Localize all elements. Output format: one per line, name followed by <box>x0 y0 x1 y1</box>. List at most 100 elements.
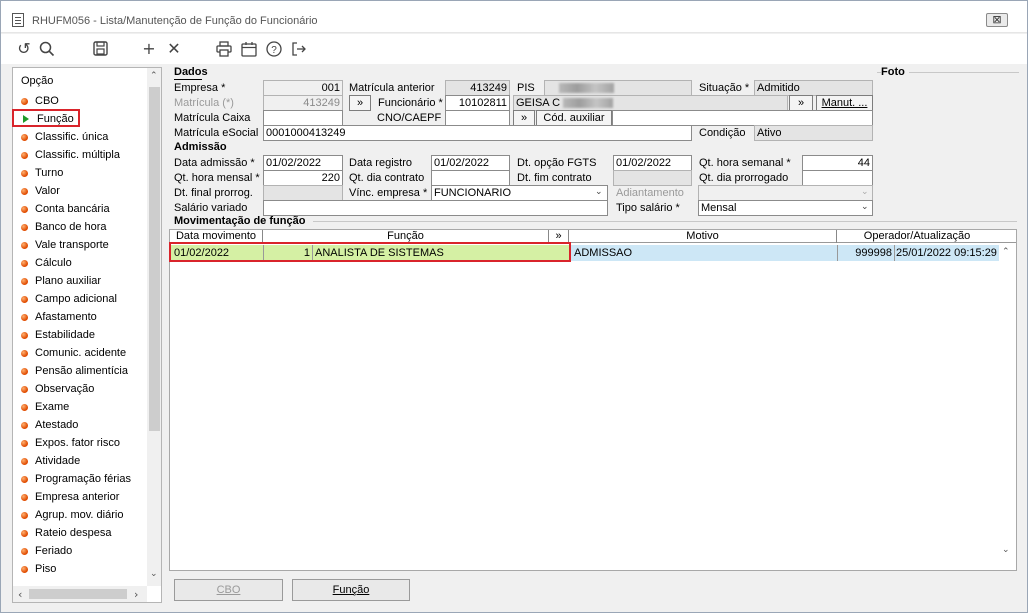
sidebar-item[interactable]: Exame <box>21 398 69 416</box>
scroll-left-icon[interactable]: ‹ <box>18 588 22 601</box>
application-window: RHUFM056 - Lista/Manutenção de Função do… <box>0 0 1028 613</box>
sidebar-item[interactable]: Atividade <box>21 452 80 470</box>
chevron-down-icon[interactable]: ⌄ <box>861 202 869 212</box>
grid-scroll-down-icon[interactable]: ⌄ <box>1002 545 1010 555</box>
matricula-field[interactable]: 413249 <box>263 95 343 111</box>
grid-scroll-up-icon[interactable]: ⌃ <box>1002 247 1010 257</box>
sidebar-item[interactable]: Plano auxiliar <box>21 272 101 290</box>
sidebar-item[interactable]: Afastamento <box>21 308 97 326</box>
cno-caepf-field[interactable] <box>445 110 510 126</box>
sidebar-item[interactable]: Banco de hora <box>21 218 107 236</box>
sidebar-item[interactable]: Programação férias <box>21 470 131 488</box>
funcao-button[interactable]: Função <box>292 579 410 601</box>
dt-opcao-fgts-field[interactable]: 01/02/2022 <box>613 155 692 171</box>
funcionario-field[interactable]: 10102811 <box>445 95 510 111</box>
matricula-anterior-field[interactable]: 413249 <box>445 80 510 96</box>
bullet-icon <box>21 457 28 465</box>
sidebar-item[interactable]: Empresa anterior <box>21 488 119 506</box>
scroll-down-icon[interactable]: ⌄ <box>150 569 158 579</box>
cod-auxiliar-field[interactable] <box>612 110 873 126</box>
help-icon[interactable]: ? <box>264 39 284 59</box>
cno-nav-button[interactable]: » <box>513 110 535 126</box>
tipo-salario-select[interactable]: Mensal <box>698 200 873 216</box>
cell-divider <box>837 245 838 261</box>
sidebar-item[interactable]: Pensão alimentícia <box>21 362 128 380</box>
data-admissao-field[interactable]: 01/02/2022 <box>263 155 343 171</box>
qt-dia-contrato-field[interactable] <box>431 170 510 186</box>
svg-text:?: ? <box>271 45 277 56</box>
search-icon[interactable] <box>37 39 57 59</box>
options-scroll-thumb[interactable] <box>149 87 160 431</box>
scroll-right-icon[interactable]: › <box>134 588 138 601</box>
sidebar-item[interactable]: Cálculo <box>21 254 72 272</box>
options-hscroll-thumb[interactable] <box>29 589 127 599</box>
sidebar-item[interactable]: Feriado <box>21 542 72 560</box>
matricula-caixa-label: Matrícula Caixa <box>174 112 251 124</box>
salario-variado-field[interactable] <box>263 200 608 216</box>
vinc-empresa-select[interactable]: FUNCIONARIO <box>431 185 608 201</box>
chevron-down-icon[interactable]: ⌄ <box>595 187 603 197</box>
sidebar-item[interactable]: Piso <box>21 560 56 578</box>
data-registro-label: Data registro <box>349 157 412 169</box>
qt-dia-contrato-label: Qt. dia contrato <box>349 172 425 184</box>
matricula-nav-button[interactable]: » <box>349 95 371 111</box>
sidebar-item[interactable]: Observação <box>21 380 94 398</box>
cod-auxiliar-button[interactable]: Cód. auxiliar <box>536 110 612 126</box>
adiantamento-select[interactable] <box>698 185 873 201</box>
dt-fim-contrato-field[interactable] <box>613 170 692 186</box>
movimentacao-grid[interactable] <box>169 229 1017 571</box>
sidebar-item[interactable]: Estabilidade <box>21 326 95 344</box>
bullet-icon <box>21 349 28 357</box>
sidebar-item[interactable]: Classific. múltipla <box>21 146 120 164</box>
matricula-caixa-field[interactable] <box>263 110 343 126</box>
data-registro-field[interactable]: 01/02/2022 <box>431 155 510 171</box>
sidebar-item-label: Atestado <box>35 419 79 431</box>
cbo-button[interactable]: CBO <box>174 579 283 601</box>
sidebar-item[interactable]: Atestado <box>21 416 78 434</box>
sidebar-item[interactable]: Agrup. mov. diário <box>21 506 123 524</box>
movimentacao-section-title: Movimentação de função <box>174 215 306 227</box>
sidebar-item[interactable]: Valor <box>21 182 60 200</box>
sidebar-item[interactable]: Comunic. acidente <box>21 344 126 362</box>
col-header-motivo[interactable]: Motivo <box>569 230 837 243</box>
qt-dia-prorrogado-field[interactable] <box>802 170 873 186</box>
cell-motivo: ADMISSAO <box>574 247 633 259</box>
matricula-esocial-field[interactable]: 0001000413249 <box>263 125 692 141</box>
exit-icon[interactable] <box>289 39 309 59</box>
print-icon[interactable] <box>214 39 234 59</box>
funcionario-nome-redacted <box>563 98 613 108</box>
calendar-icon[interactable] <box>239 39 259 59</box>
sidebar-item[interactable]: CBO <box>21 92 59 110</box>
situacao-field[interactable]: Admitido <box>754 80 873 96</box>
dados-underline <box>174 79 202 80</box>
bullet-icon <box>21 385 28 393</box>
scroll-up-icon[interactable]: ⌃ <box>150 71 158 81</box>
funcionario-nav-button[interactable]: » <box>789 95 813 111</box>
sidebar-item[interactable]: Turno <box>21 164 63 182</box>
add-icon[interactable]: + <box>139 39 159 59</box>
sidebar-item[interactable]: Conta bancária <box>21 200 110 218</box>
col-header-operador[interactable]: Operador/Atualização <box>837 230 997 243</box>
delete-icon[interactable]: ✕ <box>164 39 184 59</box>
qt-hora-semanal-field[interactable]: 44 <box>802 155 873 171</box>
sidebar-item[interactable]: Expos. fator risco <box>21 434 120 452</box>
bullet-icon <box>21 169 28 177</box>
funcionario-nome-field[interactable]: GEISA C <box>513 95 788 111</box>
sidebar-item-label: Campo adicional <box>35 293 117 305</box>
condicao-field[interactable]: Ativo <box>754 125 873 141</box>
empresa-field[interactable]: 001 <box>263 80 343 96</box>
bullet-icon <box>21 259 28 267</box>
save-icon[interactable] <box>90 39 110 59</box>
sidebar-item[interactable]: Vale transporte <box>21 236 109 254</box>
manut-button[interactable]: Manut. ... <box>816 95 873 111</box>
chevron-down-icon[interactable]: ⌄ <box>861 187 869 197</box>
qt-hora-mensal-field[interactable]: 220 <box>263 170 343 186</box>
undo-icon[interactable]: ↺ <box>14 39 34 59</box>
sidebar-item[interactable]: Rateio despesa <box>21 524 111 542</box>
sidebar-item[interactable]: Campo adicional <box>21 290 117 308</box>
bullet-icon <box>21 223 28 231</box>
dt-final-prorrog-field[interactable] <box>263 185 343 201</box>
sidebar-item[interactable]: Classific. única <box>21 128 108 146</box>
matricula-esocial-label: Matrícula eSocial <box>174 127 259 139</box>
close-button[interactable]: ⊠ <box>986 13 1008 27</box>
